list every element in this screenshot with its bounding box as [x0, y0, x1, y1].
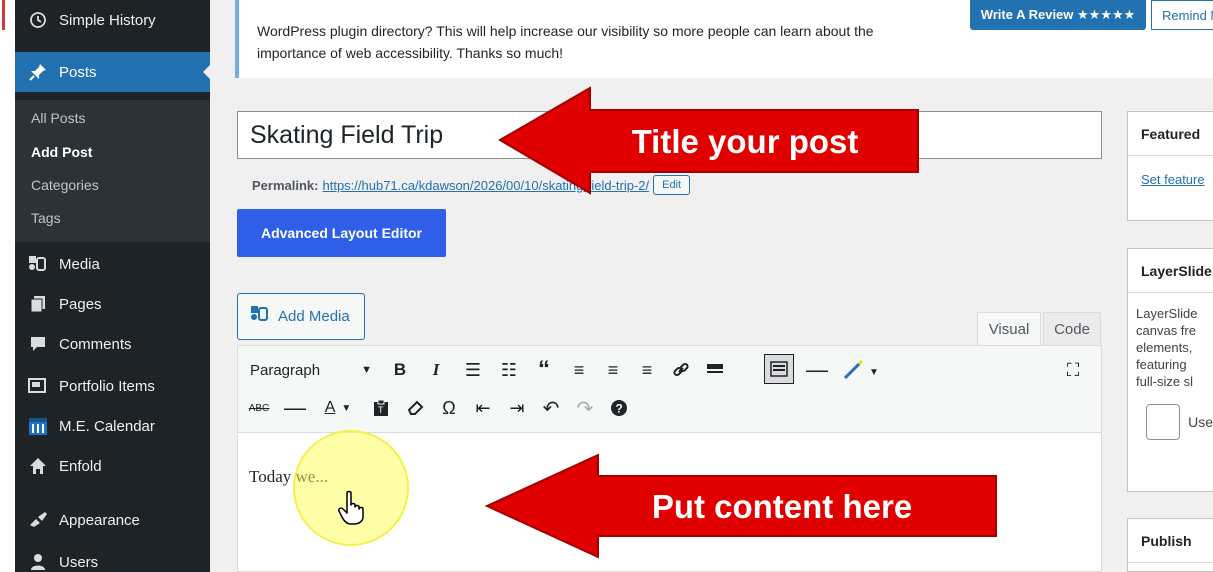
annotation-layer: Title your post Put content here: [484, 86, 997, 559]
title-arrow-label: Title your post: [632, 123, 859, 160]
content-arrow: Put content here: [484, 453, 997, 559]
content-arrow-label: Put content here: [652, 488, 912, 525]
title-arrow: Title your post: [498, 86, 919, 195]
